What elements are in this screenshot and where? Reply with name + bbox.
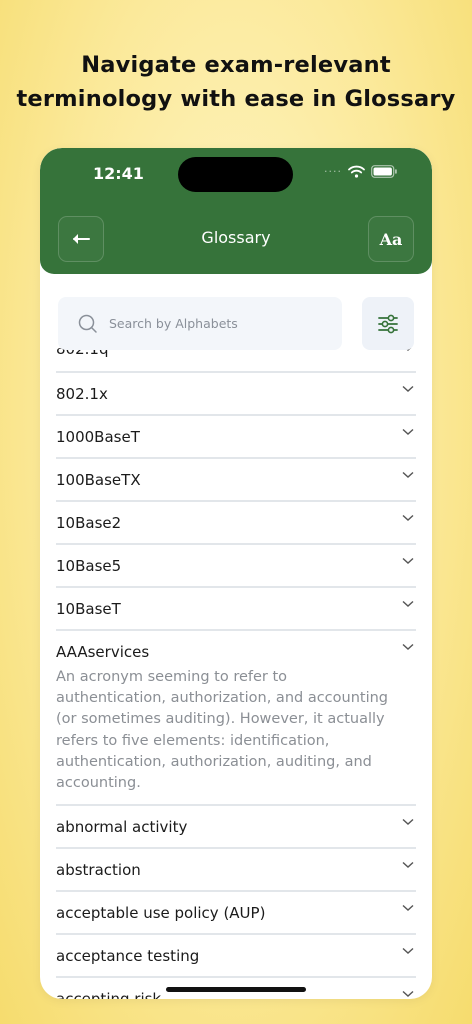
chevron-down-icon[interactable] [402,861,414,869]
chevron-down-icon[interactable] [402,557,414,565]
term-label: 10Base2 [56,514,122,532]
list-item[interactable]: 10BaseT [56,588,416,631]
app-header: 12:41 ···· Glossary Aa [40,148,432,274]
chevron-down-icon[interactable] [402,990,414,998]
chevron-down-icon[interactable] [402,904,414,912]
list-item[interactable]: 10Base5 [56,545,416,588]
term-label: abstraction [56,861,141,880]
term-label: acceptance testing [56,947,200,966]
term-label: 100BaseTX [56,471,141,489]
search-icon [78,314,98,334]
status-time: 12:41 [93,164,144,183]
list-item[interactable]: acceptable use policy (AUP) [56,892,416,936]
term-label: acceptable use policy (AUP) [56,904,266,923]
battery-icon [371,165,398,178]
term-label: 802.1x [56,385,108,403]
sliders-icon [377,314,399,334]
list-item[interactable]: acceptance testing [56,935,416,979]
term-label: 802.1q [56,348,109,358]
signal-icon: ···· [324,165,342,178]
term-definition: An acronym seeming to refer to authentic… [56,669,389,792]
font-size-icon: Aa [379,229,403,249]
chevron-down-icon[interactable] [402,471,414,479]
search-input[interactable]: Search by Alphabets [58,297,342,350]
home-indicator [166,987,306,992]
chevron-down-icon[interactable] [402,947,414,955]
list-item-expanded[interactable]: AAAservices An acronym seeming to refer … [56,631,416,807]
phone-screen: 802.1q 802.1x 1000BaseT 100BaseTX 10Base… [40,148,432,999]
chevron-down-icon[interactable] [402,428,414,436]
list-item[interactable]: 802.1q [56,348,416,373]
list-item[interactable]: 1000BaseT [56,416,416,459]
chevron-down-icon[interactable] [402,514,414,522]
chevron-down-icon[interactable] [402,818,414,826]
wifi-icon [348,165,365,178]
list-item[interactable]: 802.1x [56,373,416,416]
font-size-button[interactable]: Aa [368,216,414,262]
term-label: 1000BaseT [56,428,140,446]
dynamic-island [178,157,293,192]
term-label: AAAservices [56,643,150,661]
chevron-down-icon[interactable] [402,385,414,393]
list-item[interactable]: 100BaseTX [56,459,416,502]
chevron-down-icon[interactable] [402,643,414,651]
term-label: abnormal activity [56,818,188,837]
status-icons: ···· [324,165,398,178]
list-item[interactable]: abstraction [56,849,416,893]
filter-button[interactable] [362,297,414,350]
term-label: 10Base5 [56,557,122,575]
list-item[interactable]: 10Base2 [56,502,416,545]
list-item[interactable]: abnormal activity [56,806,416,850]
chevron-down-icon[interactable] [402,600,414,608]
term-label: 10BaseT [56,600,121,618]
glossary-list[interactable]: 802.1q 802.1x 1000BaseT 100BaseTX 10Base… [56,348,416,999]
search-placeholder: Search by Alphabets [109,316,238,331]
promo-headline: Navigate exam-relevant terminology with … [16,52,456,112]
